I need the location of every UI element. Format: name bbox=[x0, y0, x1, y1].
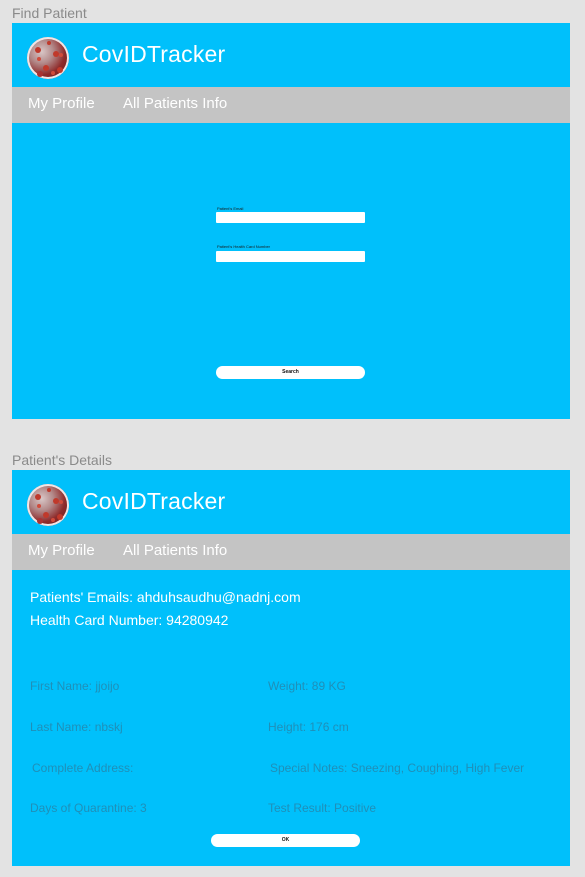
find-patient-screen: CovIDTracker My Profile All Patients Inf… bbox=[12, 23, 570, 419]
app-title: CovIDTracker bbox=[82, 488, 226, 514]
health-card-field-label: Patient's Health Card Number bbox=[217, 244, 271, 249]
search-button[interactable]: Search bbox=[216, 366, 365, 379]
ok-button[interactable]: OK bbox=[211, 834, 360, 847]
patient-details-screen: CovIDTracker My Profile All Patients Inf… bbox=[12, 470, 570, 866]
test-result-value: Test Result: Positive bbox=[268, 801, 377, 815]
health-card-field[interactable] bbox=[216, 251, 365, 262]
nav-my-profile[interactable]: My Profile bbox=[28, 95, 95, 112]
app-header: CovIDTracker bbox=[12, 23, 570, 87]
special-notes-value: Special Notes: Sneezing, Coughing, High … bbox=[270, 761, 525, 775]
height-value: Height: 176 cm bbox=[268, 720, 349, 734]
quarantine-days-value: Days of Quarantine: 3 bbox=[30, 801, 147, 815]
nav-bar: My Profile All Patients Info bbox=[12, 534, 570, 570]
frame-label-patient-details: Patient's Details bbox=[12, 452, 112, 468]
app-title: CovIDTracker bbox=[82, 41, 226, 67]
frame-label-find-patient: Find Patient bbox=[12, 5, 87, 21]
nav-all-patients-info[interactable]: All Patients Info bbox=[123, 542, 227, 559]
patient-emails: Patients' Emails: ahduhsaudhu@nadnj.com bbox=[30, 589, 301, 605]
virus-logo-icon bbox=[27, 484, 69, 526]
virus-logo-icon bbox=[27, 37, 69, 79]
last-name-value: Last Name: nbskj bbox=[30, 720, 123, 734]
nav-my-profile[interactable]: My Profile bbox=[28, 542, 95, 559]
nav-bar: My Profile All Patients Info bbox=[12, 87, 570, 123]
first-name-value: First Name: jjoijo bbox=[30, 679, 120, 693]
nav-all-patients-info[interactable]: All Patients Info bbox=[123, 95, 227, 112]
health-card-number: Health Card Number: 94280942 bbox=[30, 612, 229, 628]
email-field[interactable] bbox=[216, 212, 365, 223]
address-value: Complete Address: bbox=[32, 761, 134, 775]
email-field-label: Patient's Email bbox=[217, 206, 244, 211]
app-header: CovIDTracker bbox=[12, 470, 570, 534]
weight-value: Weight: 89 KG bbox=[268, 679, 346, 693]
